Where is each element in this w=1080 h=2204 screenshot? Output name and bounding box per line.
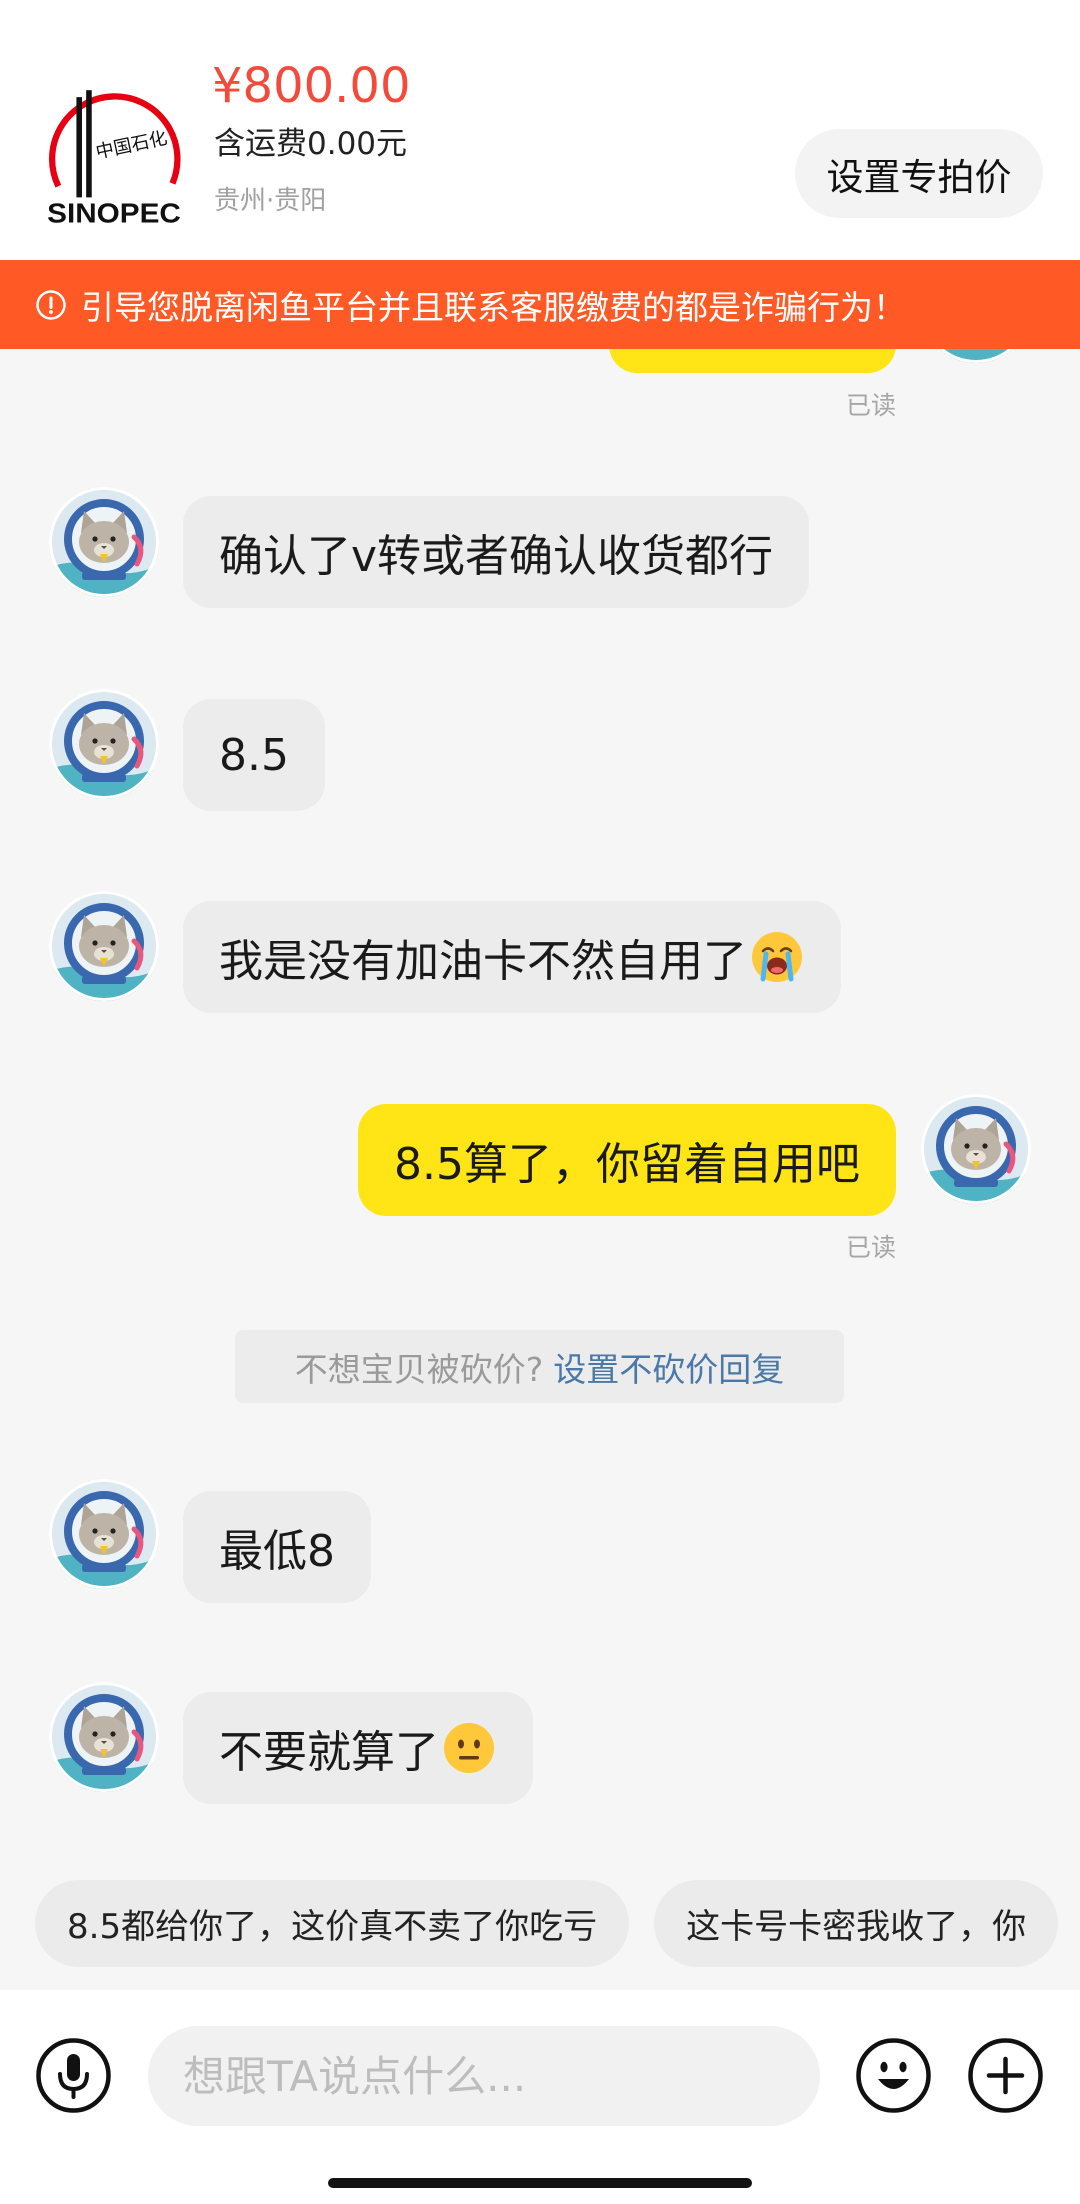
chat-message-list[interactable]: 已读 确认了v转或者确认收货都行 8.5 我是没有加油卡不然自用了 8.5算了，… <box>0 349 1080 1990</box>
avatar[interactable] <box>49 487 159 597</box>
avatar[interactable] <box>921 1094 1031 1204</box>
avatar[interactable] <box>49 891 159 1001</box>
avatar[interactable] <box>49 689 159 799</box>
quick-reply-row[interactable]: 8.5都给你了，这价真不卖了你吃亏 这卡号卡密我收了，你 <box>35 1880 1080 1967</box>
plus-icon[interactable] <box>967 2037 1044 2114</box>
home-indicator[interactable] <box>328 2178 752 2188</box>
logo-bar <box>76 97 82 198</box>
message-bubble-mine[interactable] <box>609 349 896 373</box>
quick-reply-chip[interactable]: 8.5都给你了，这价真不卖了你吃亏 <box>35 1880 630 1967</box>
avatar[interactable] <box>49 1479 159 1589</box>
message-input[interactable] <box>148 2026 820 2126</box>
logo-text-cn: 中国石化 <box>94 128 169 163</box>
read-receipt: 已读 <box>845 1233 896 1262</box>
message-text: 确认了v转或者确认收货都行 <box>219 531 774 582</box>
message-bubble-mine[interactable]: 8.5算了，你留着自用吧 <box>358 1104 896 1216</box>
sinopec-logo: 中国石化 SINOPEC <box>47 90 181 228</box>
message-text: 8.5 <box>219 729 289 781</box>
fraud-warning-text: 引导您脱离闲鱼平台并且联系客服缴费的都是诈骗行为！ <box>81 287 906 327</box>
avatar[interactable] <box>49 1682 159 1792</box>
neutral-face-icon <box>441 1720 497 1776</box>
logo-text-en: SINOPEC <box>47 197 181 228</box>
message-bubble[interactable]: 最低8 <box>183 1491 371 1603</box>
message-bubble[interactable]: 不要就算了 <box>183 1692 533 1804</box>
message-text: 8.5算了，你留着自用吧 <box>394 1139 860 1190</box>
item-thumbnail[interactable]: 中国石化 SINOPEC <box>44 86 184 228</box>
message-bubble[interactable]: 8.5 <box>183 699 325 811</box>
read-receipt: 已读 <box>845 391 896 420</box>
message-bubble[interactable]: 确认了v转或者确认收货都行 <box>183 496 810 608</box>
input-bar <box>0 1990 1080 2204</box>
avatar[interactable] <box>921 349 1031 363</box>
quick-reply-chip[interactable]: 这卡号卡密我收了，你 <box>654 1880 1059 1967</box>
logo-bar <box>86 90 92 198</box>
message-bubble[interactable]: 我是没有加油卡不然自用了 <box>183 901 841 1013</box>
message-text: 不要就算了 <box>219 1727 439 1778</box>
smiley-icon[interactable] <box>855 2037 932 2114</box>
bargain-hint: 不想宝贝被砍价? 设置不砍价回复 <box>235 1330 844 1403</box>
item-price: ¥800.00 <box>212 58 411 114</box>
message-input-box[interactable] <box>148 2026 820 2126</box>
bargain-hint-prompt: 不想宝贝被砍价? <box>294 1349 544 1389</box>
set-exclusive-price-button[interactable]: 设置专拍价 <box>795 129 1043 218</box>
exclamation-circle-icon <box>35 289 67 321</box>
shipping-fee: 含运费0.00元 <box>214 126 408 162</box>
item-location: 贵州·贵阳 <box>214 186 327 216</box>
item-header: 中国石化 SINOPEC ¥800.00 含运费0.00元 贵州·贵阳 设置专拍… <box>0 0 1080 260</box>
message-text: 最低8 <box>219 1526 335 1577</box>
mic-icon[interactable] <box>35 2037 112 2114</box>
message-text: 我是没有加油卡不然自用了 <box>219 936 747 987</box>
fraud-warning-banner: 引导您脱离闲鱼平台并且联系客服缴费的都是诈骗行为！ <box>0 260 1080 349</box>
loudly-crying-face-icon <box>749 929 805 985</box>
set-no-bargain-reply-link[interactable]: 设置不砍价回复 <box>553 1343 784 1391</box>
